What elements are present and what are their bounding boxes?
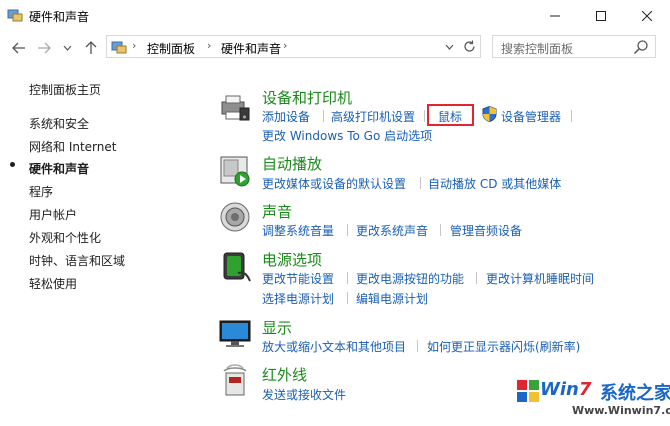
chevron-down-icon [445, 44, 454, 50]
breadcrumb-separator[interactable]: › [207, 39, 211, 52]
sidebar-item-security[interactable]: 系统和安全 [29, 115, 89, 132]
link-separator [440, 224, 441, 236]
link-mouse[interactable]: 鼠标 [438, 108, 462, 125]
link-device-manager[interactable]: 设备管理器 [501, 108, 561, 125]
link-edit-power-plan[interactable]: 编辑电源计划 [356, 290, 428, 307]
breadcrumb-hardware-sound[interactable]: 硬件和声音 [221, 40, 281, 57]
windows-logo-icon [517, 380, 539, 402]
address-bar[interactable]: › 控制面板 › 硬件和声音 › [106, 35, 481, 58]
category-title-autoplay[interactable]: 自动播放 [262, 153, 322, 174]
speaker-icon[interactable] [218, 200, 252, 234]
forward-button[interactable] [35, 39, 53, 57]
autoplay-icon[interactable] [218, 154, 252, 188]
link-change-system-sounds[interactable]: 更改系统声音 [356, 222, 428, 239]
refresh-button[interactable] [463, 38, 476, 57]
link-autoplay-cd[interactable]: 自动播放 CD 或其他媒体 [428, 175, 561, 192]
watermark-url: Www.Winwin7.com [572, 404, 670, 417]
forward-arrow-icon [38, 42, 51, 54]
control-panel-icon [111, 41, 127, 54]
current-item-bullet [10, 162, 15, 167]
link-manage-audio-devices[interactable]: 管理音频设备 [450, 222, 522, 239]
infrared-icon[interactable] [218, 363, 252, 397]
sidebar-item-ease-of-access[interactable]: 轻松使用 [29, 275, 77, 292]
category-title-devices-printers[interactable]: 设备和打印机 [262, 87, 352, 108]
link-separator [476, 272, 477, 284]
category-title-display[interactable]: 显示 [262, 317, 292, 338]
sidebar-item-user-accounts[interactable]: 用户帐户 [29, 206, 77, 223]
uac-shield-icon [482, 106, 497, 122]
link-separator [571, 110, 572, 122]
breadcrumb-separator: › [132, 39, 137, 52]
link-advanced-printer-setup[interactable]: 高级打印机设置 [331, 108, 415, 125]
maximize-button[interactable] [578, 0, 624, 31]
link-separator [347, 272, 348, 284]
link-text-size[interactable]: 放大或缩小文本和其他项目 [262, 338, 406, 355]
category-title-infrared[interactable]: 红外线 [262, 364, 307, 385]
link-add-device[interactable]: 添加设备 [262, 108, 310, 125]
link-change-power-saving[interactable]: 更改节能设置 [262, 270, 334, 287]
sidebar-item-hardware-sound[interactable]: 硬件和声音 [29, 160, 89, 177]
printer-icon[interactable] [218, 90, 252, 124]
recent-locations-button[interactable] [58, 39, 76, 57]
category-title-sound[interactable]: 声音 [262, 201, 292, 222]
watermark-logo: Win7 [540, 379, 592, 400]
chevron-down-icon [63, 45, 71, 51]
search-box[interactable]: 搜索控制面板 [492, 35, 656, 58]
control-panel-icon [7, 9, 23, 22]
sidebar-item-clock-language[interactable]: 时钟、语言和区域 [29, 252, 125, 269]
watermark: Win7 系统之家 Www.Winwin7.com [512, 375, 670, 426]
up-arrow-icon [85, 41, 97, 54]
back-button[interactable] [10, 39, 28, 57]
window-title: 硬件和声音 [29, 10, 90, 24]
address-dropdown[interactable] [445, 39, 454, 53]
watermark-name: 系统之家 [600, 383, 670, 404]
battery-icon[interactable] [218, 249, 252, 283]
link-separator [420, 177, 421, 189]
link-separator [347, 292, 348, 304]
up-button[interactable] [82, 39, 100, 57]
monitor-icon[interactable] [218, 317, 252, 351]
link-windows-to-go[interactable]: 更改 Windows To Go 启动选项 [262, 127, 432, 144]
breadcrumb-separator[interactable]: › [283, 39, 287, 52]
maximize-icon [596, 10, 606, 21]
link-separator [417, 340, 418, 352]
sidebar-item-appearance[interactable]: 外观和个性化 [29, 229, 101, 246]
title-bar: 硬件和声音 [0, 0, 670, 31]
minimize-icon [550, 15, 560, 16]
sidebar-item-programs[interactable]: 程序 [29, 183, 53, 200]
category-title-power-options[interactable]: 电源选项 [262, 249, 322, 270]
link-separator [424, 110, 425, 122]
back-arrow-icon [12, 42, 25, 54]
link-fix-monitor-flicker[interactable]: 如何更正显示器闪烁(刷新率) [427, 338, 580, 355]
sidebar-item-network[interactable]: 网络和 Internet [29, 138, 116, 155]
link-change-power-buttons[interactable]: 更改电源按钮的功能 [356, 270, 464, 287]
link-choose-power-plan[interactable]: 选择电源计划 [262, 290, 334, 307]
link-adjust-volume[interactable]: 调整系统音量 [262, 222, 334, 239]
refresh-icon [464, 40, 475, 52]
close-icon [642, 10, 652, 21]
breadcrumb-control-panel[interactable]: 控制面板 [147, 40, 195, 57]
sidebar-item-home[interactable]: 控制面板主页 [29, 81, 101, 98]
search-placeholder[interactable]: 搜索控制面板 [501, 40, 573, 57]
link-change-media-defaults[interactable]: 更改媒体或设备的默认设置 [262, 175, 406, 192]
minimize-button[interactable] [532, 0, 578, 31]
link-send-receive-files[interactable]: 发送或接收文件 [262, 386, 346, 403]
link-change-sleep-time[interactable]: 更改计算机睡眠时间 [486, 270, 594, 287]
close-button[interactable] [624, 0, 670, 31]
search-icon[interactable] [633, 39, 649, 55]
link-separator [347, 224, 348, 236]
link-separator [323, 110, 324, 122]
